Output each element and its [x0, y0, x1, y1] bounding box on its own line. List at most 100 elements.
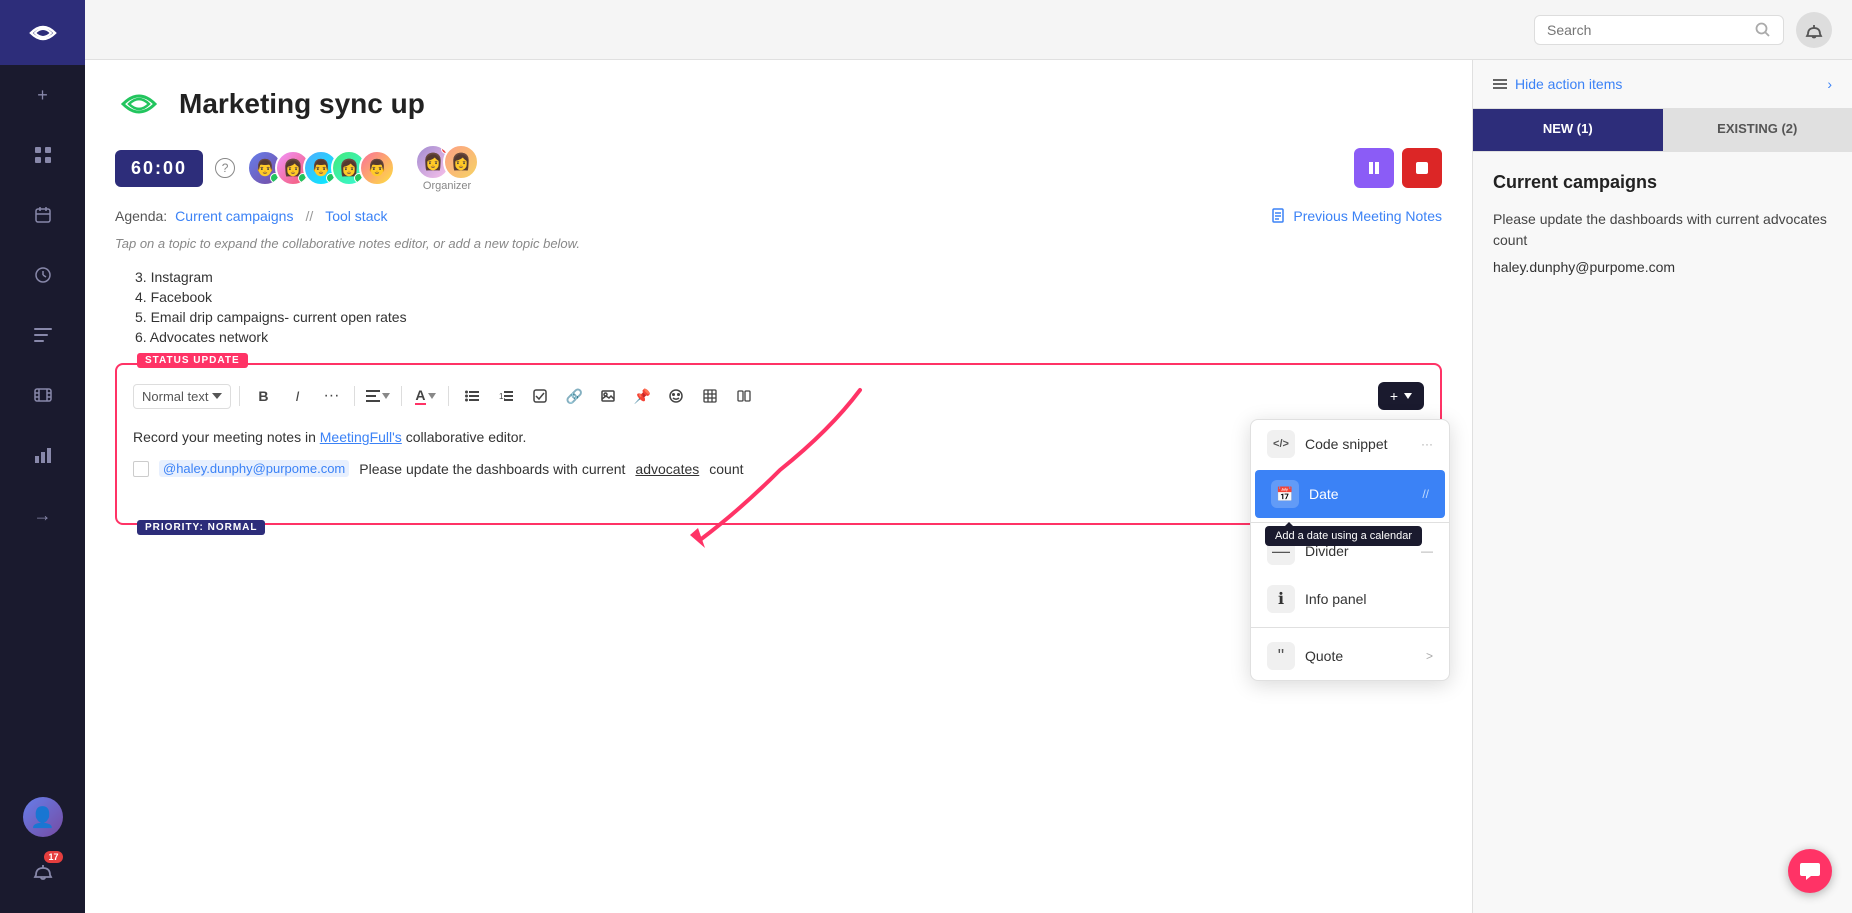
- organizer-avatars: 👩 👩: [415, 144, 479, 180]
- code-icon: </>: [1267, 430, 1295, 458]
- avatar-organizer-2: 👩: [443, 144, 479, 180]
- more-format-button[interactable]: ···: [316, 381, 346, 411]
- align-button[interactable]: [363, 381, 393, 411]
- action-item-text: Please update the dashboards with curren…: [1493, 209, 1832, 251]
- chart-icon[interactable]: [21, 433, 65, 477]
- search-bar[interactable]: [1534, 15, 1784, 45]
- quote-icon: ": [1267, 642, 1295, 670]
- notes-item[interactable]: 4. Facebook: [115, 287, 1442, 307]
- sidebar-bottom: 👤 17: [21, 797, 65, 913]
- italic-button[interactable]: I: [282, 381, 312, 411]
- user-avatar[interactable]: 👤: [23, 797, 63, 837]
- editor-body[interactable]: Record your meeting notes in MeetingFull…: [133, 427, 1424, 507]
- add-block-button[interactable]: +: [1378, 382, 1424, 410]
- columns-icon: [737, 389, 751, 403]
- clock-icon[interactable]: [21, 253, 65, 297]
- notes-item[interactable]: 5. Email drip campaigns- current open ra…: [115, 307, 1442, 327]
- avatar-participant-5: 👨: [359, 150, 395, 186]
- checkbox-button[interactable]: [525, 381, 555, 411]
- info-panel-item[interactable]: ℹ Info panel: [1251, 575, 1449, 623]
- meeting-logo-icon: [115, 80, 163, 128]
- dropdown-separator: [1251, 522, 1449, 523]
- mention-tag[interactable]: @haley.dunphy@purpome.com: [159, 460, 349, 477]
- grid-icon[interactable]: [21, 133, 65, 177]
- chevron-down-icon: [212, 393, 222, 399]
- status-tag: STATUS UPDATE: [137, 353, 248, 368]
- link-button[interactable]: 🔗: [559, 381, 589, 411]
- toolbar-separator-2: [354, 386, 355, 406]
- tab-existing[interactable]: EXISTING (2): [1663, 109, 1852, 151]
- meetingfull-link[interactable]: MeetingFull's: [320, 429, 402, 445]
- app-logo[interactable]: [0, 0, 85, 65]
- divider-shortcut: —: [1421, 544, 1433, 558]
- agenda-row: Agenda: Current campaigns // Tool stack …: [115, 208, 1442, 224]
- action-email: haley.dunphy@purpome.com: [1493, 259, 1832, 275]
- task-checkbox[interactable]: [133, 461, 149, 477]
- calendar-icon[interactable]: [21, 193, 65, 237]
- agenda-link-toolstack[interactable]: Tool stack: [325, 208, 387, 224]
- menu-icon[interactable]: [21, 313, 65, 357]
- advocates-link[interactable]: advocates: [635, 461, 699, 477]
- bullet-list-button[interactable]: [457, 381, 487, 411]
- search-icon: [1755, 22, 1771, 38]
- add-dropdown-icon: [1404, 393, 1412, 399]
- hide-action-items-button[interactable]: Hide action items: [1515, 76, 1622, 92]
- search-input[interactable]: [1547, 22, 1747, 38]
- date-label: Date: [1309, 486, 1339, 502]
- badge-count: 17: [44, 851, 62, 863]
- bold-button[interactable]: B: [248, 381, 278, 411]
- notes-item[interactable]: 6. Advocates network: [115, 327, 1442, 347]
- align-icon: [366, 390, 380, 402]
- instruction-text: Tap on a topic to expand the collaborati…: [115, 236, 1442, 251]
- date-item[interactable]: 📅 Date // Add a date using a calendar: [1255, 470, 1445, 518]
- columns-button[interactable]: [729, 381, 759, 411]
- timer-badge: 60:00: [115, 150, 203, 187]
- image-button[interactable]: [593, 381, 623, 411]
- stop-button[interactable]: [1402, 148, 1442, 188]
- panel-tabs: NEW (1) EXISTING (2): [1473, 109, 1852, 152]
- quote-arrow: >: [1426, 649, 1433, 663]
- help-icon[interactable]: ?: [215, 158, 235, 178]
- code-snippet-item[interactable]: </> Code snippet ···: [1251, 420, 1449, 468]
- agenda-link-campaigns[interactable]: Current campaigns: [175, 208, 293, 224]
- sidebar: + → 👤: [0, 0, 85, 913]
- text-style-select[interactable]: Normal text: [133, 384, 231, 409]
- info-icon: ℹ: [1267, 585, 1295, 613]
- toolbar-separator-4: [448, 386, 449, 406]
- main-area: Marketing sync up 60:00 ? 👨 👩 👨: [85, 0, 1852, 913]
- ordered-list-button[interactable]: 1.: [491, 381, 521, 411]
- meeting-controls: [1354, 148, 1442, 188]
- plus-icon[interactable]: +: [21, 73, 65, 117]
- chat-bubble[interactable]: [1788, 849, 1832, 893]
- chat-icon: [1800, 861, 1820, 881]
- task-text-after: count: [709, 461, 743, 477]
- panel-header: Hide action items ›: [1473, 60, 1852, 109]
- pause-button[interactable]: [1354, 148, 1394, 188]
- document-icon: [1271, 208, 1287, 224]
- code-snippet-shortcut: ···: [1421, 437, 1433, 451]
- film-icon[interactable]: [21, 373, 65, 417]
- emoji-button[interactable]: [661, 381, 691, 411]
- text-style-label: Normal text: [142, 389, 208, 404]
- dropdown-arrow-icon: [382, 393, 390, 399]
- image-icon: [601, 390, 615, 402]
- notification-icon[interactable]: [1796, 12, 1832, 48]
- top-header: [85, 0, 1852, 60]
- prev-notes-button[interactable]: Previous Meeting Notes: [1271, 208, 1442, 224]
- arrow-right-icon[interactable]: →: [21, 493, 65, 537]
- emoji-icon: [669, 389, 683, 403]
- pin-button[interactable]: 📌: [627, 381, 657, 411]
- quote-item[interactable]: " Quote >: [1251, 632, 1449, 680]
- notes-item[interactable]: 3. Instagram: [115, 267, 1442, 287]
- notes-list: 3. Instagram 4. Facebook 5. Email drip c…: [115, 267, 1442, 347]
- table-button[interactable]: [695, 381, 725, 411]
- notifications-badge[interactable]: 17: [21, 849, 65, 893]
- tab-new[interactable]: NEW (1): [1473, 109, 1663, 151]
- dropdown-separator-2: [1251, 627, 1449, 628]
- right-panel: Hide action items › NEW (1) EXISTING (2)…: [1472, 60, 1852, 913]
- meeting-title: Marketing sync up: [179, 88, 425, 120]
- toolbar-separator-3: [401, 386, 402, 406]
- text-color-button[interactable]: A: [410, 381, 440, 411]
- meeting-header: Marketing sync up: [115, 80, 1442, 128]
- panel-chevron-icon: ›: [1827, 76, 1832, 92]
